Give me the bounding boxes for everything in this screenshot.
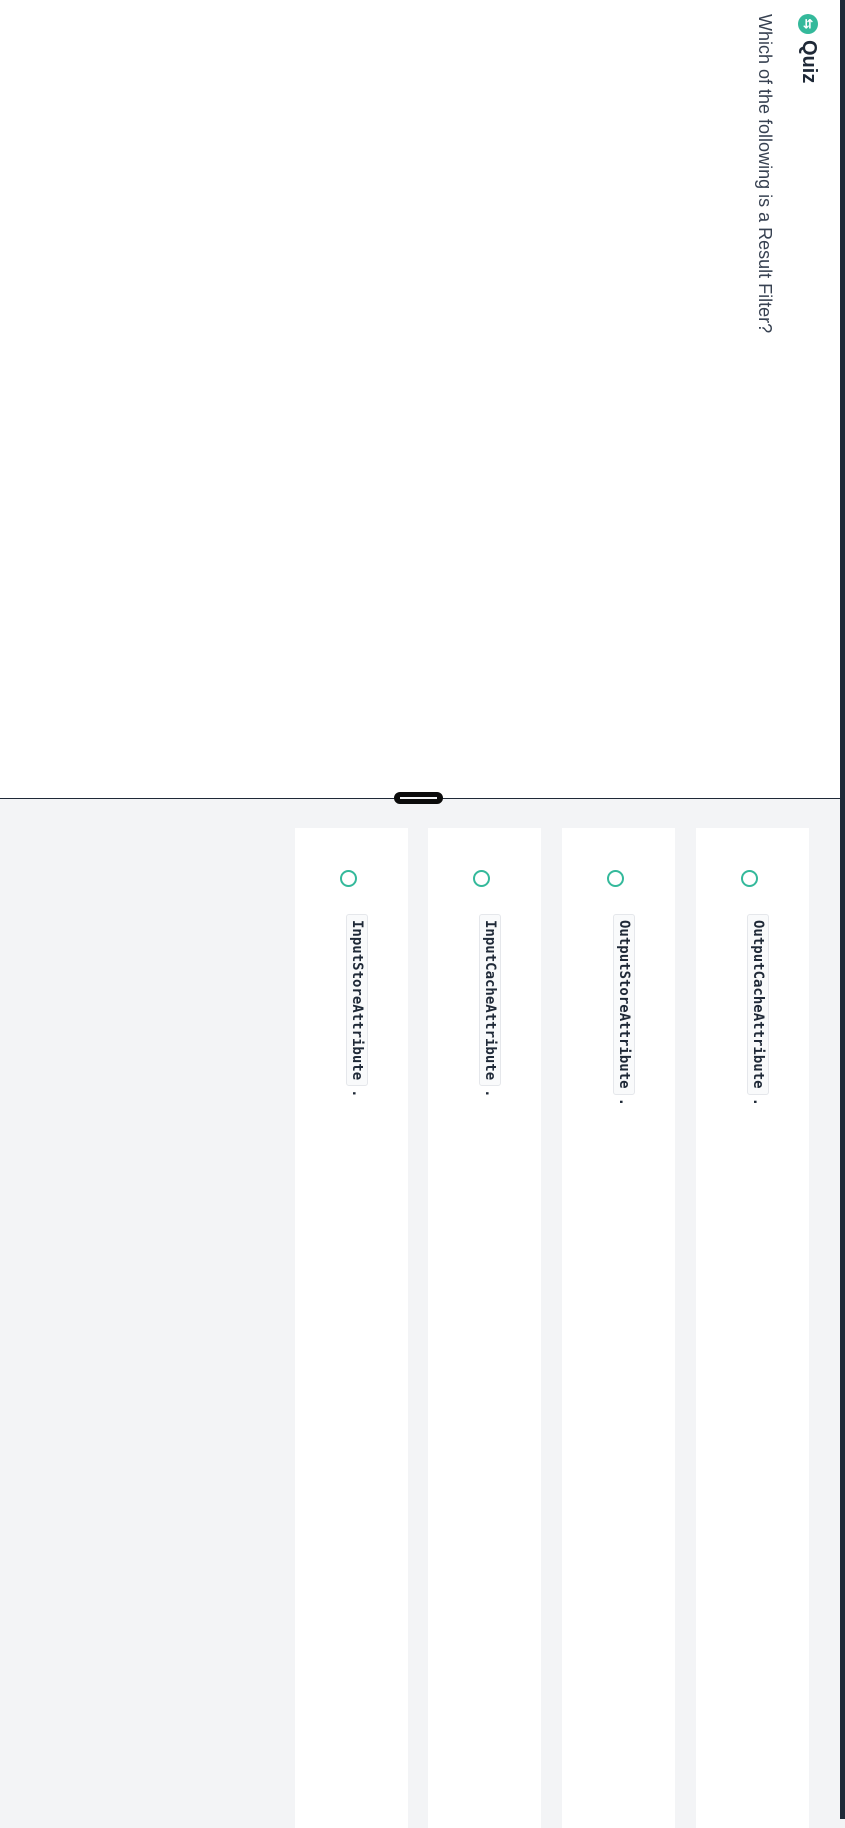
answer-code: InputCacheAttribute [479,914,501,1087]
answer-option-4[interactable]: InputStoreAttribute. [295,828,408,1828]
answer-radio[interactable] [741,870,758,887]
quiz-header: ⇆ Quiz [797,14,820,83]
answer-radio[interactable] [473,870,490,887]
answer-radio[interactable] [607,870,624,887]
quiz-title: Quiz [798,40,820,84]
answer-option-1[interactable]: OutputCacheAttribute. [696,828,809,1828]
window-edge [840,0,845,1819]
pane-resize-handle[interactable] [394,792,443,804]
question-text: Which of the following is a Result Filte… [755,14,775,334]
answer-label: InputCacheAttribute. [479,914,501,1098]
answer-code: OutputCacheAttribute [747,914,769,1095]
answer-option-3[interactable]: InputCacheAttribute. [428,828,541,1828]
answer-option-2[interactable]: OutputStoreAttribute. [562,828,675,1828]
answer-code: InputStoreAttribute [346,914,368,1087]
answer-label: InputStoreAttribute. [346,914,368,1098]
answer-label: OutputStoreAttribute. [613,914,635,1106]
answer-code: OutputStoreAttribute [613,914,635,1095]
answer-label: OutputCacheAttribute. [747,914,769,1106]
answer-radio[interactable] [340,870,357,887]
question-pane: ⇆ Quiz Which of the following is a Resul… [0,0,840,799]
swap-circle-icon: ⇆ [798,14,819,34]
